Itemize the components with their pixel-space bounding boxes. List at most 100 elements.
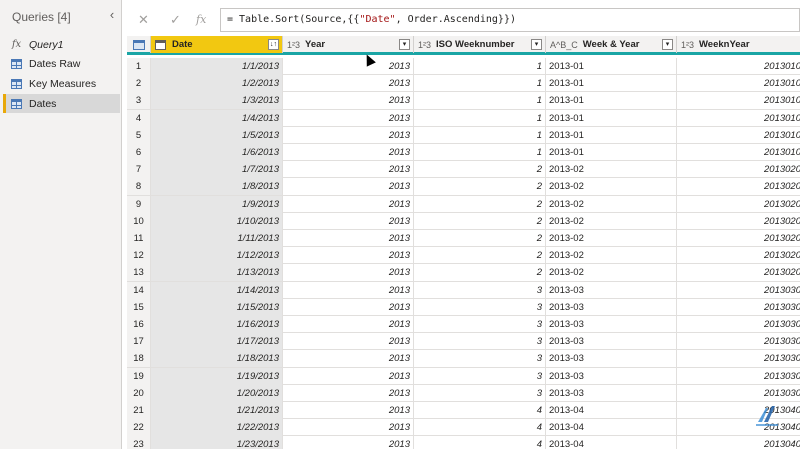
table-row[interactable]: 15 1/15/2013 2013 3 2013-03 2013030 — [127, 298, 800, 316]
iso-weeknumber-cell[interactable]: 3 — [414, 350, 546, 368]
table-row[interactable]: 21 1/21/2013 2013 4 2013-04 2013040 — [127, 402, 800, 420]
week-year-cell[interactable]: 2013-04 — [546, 419, 677, 437]
year-cell[interactable]: 2013 — [283, 126, 414, 144]
weeknyear-cell[interactable]: 2013010 — [677, 144, 800, 161]
date-cell[interactable]: 1/7/2013 — [151, 161, 283, 179]
iso-weeknumber-cell[interactable]: 3 — [414, 333, 546, 351]
date-cell[interactable]: 1/10/2013 — [151, 212, 283, 230]
year-cell[interactable]: 2013 — [283, 212, 414, 230]
year-cell[interactable]: 2013 — [283, 350, 414, 368]
week-year-cell[interactable]: 2013-03 — [546, 384, 677, 402]
iso-weeknumber-cell[interactable]: 1 — [414, 109, 546, 127]
collapse-pane-icon[interactable]: ‹ — [106, 8, 118, 22]
table-row[interactable]: 5 1/5/2013 2013 1 2013-01 2013010 — [127, 126, 800, 144]
year-cell[interactable]: 2013 — [283, 419, 414, 437]
iso-weeknumber-cell[interactable]: 1 — [414, 144, 546, 161]
weeknyear-cell[interactable]: 2013010 — [677, 75, 800, 92]
table-menu-button[interactable] — [127, 36, 151, 53]
table-row[interactable]: 17 1/17/2013 2013 3 2013-03 2013030 — [127, 333, 800, 351]
commit-icon[interactable]: ✓ — [170, 12, 181, 28]
week-year-cell[interactable]: 2013-03 — [546, 298, 677, 316]
date-cell[interactable]: 1/4/2013 — [151, 109, 283, 127]
iso-weeknumber-cell[interactable]: 2 — [414, 264, 546, 282]
table-row[interactable]: 1 1/1/2013 2013 1 2013-01 2013010 — [127, 58, 800, 76]
date-cell[interactable]: 1/1/2013 — [151, 58, 283, 75]
table-row[interactable]: 8 1/8/2013 2013 2 2013-02 2013020 — [127, 178, 800, 196]
weeknyear-cell[interactable]: 2013010 — [677, 127, 800, 144]
year-cell[interactable]: 2013 — [283, 316, 414, 333]
iso-weeknumber-cell[interactable]: 3 — [414, 384, 546, 402]
table-row[interactable]: 19 1/19/2013 2013 3 2013-03 2013030 — [127, 367, 800, 385]
year-cell[interactable]: 2013 — [283, 144, 414, 161]
date-cell[interactable]: 1/21/2013 — [151, 402, 283, 419]
week-year-cell[interactable]: 2013-02 — [546, 212, 677, 230]
year-cell[interactable]: 2013 — [283, 281, 414, 299]
iso-weeknumber-cell[interactable]: 2 — [414, 230, 546, 247]
week-year-cell[interactable]: 2013-01 — [546, 144, 677, 161]
week-year-cell[interactable]: 2013-02 — [546, 195, 677, 213]
sort-ascending-icon[interactable]: ↓↑ — [268, 39, 279, 50]
table-row[interactable]: 4 1/4/2013 2013 1 2013-01 2013010 — [127, 109, 800, 127]
date-cell[interactable]: 1/8/2013 — [151, 178, 283, 196]
year-cell[interactable]: 2013 — [283, 333, 414, 351]
weeknyear-cell[interactable]: 2013040 — [677, 436, 800, 449]
table-row[interactable]: 13 1/13/2013 2013 2 2013-02 2013020 — [127, 264, 800, 282]
table-row[interactable]: 6 1/6/2013 2013 1 2013-01 2013010 — [127, 144, 800, 162]
year-cell[interactable]: 2013 — [283, 178, 414, 196]
column-header-year[interactable]: 1²3 Year ▾ — [283, 36, 414, 53]
year-cell[interactable]: 2013 — [283, 109, 414, 127]
year-cell[interactable]: 2013 — [283, 230, 414, 247]
weeknyear-cell[interactable]: 2013010 — [677, 92, 800, 109]
weeknyear-cell[interactable]: 2013020 — [677, 247, 800, 264]
iso-weeknumber-cell[interactable]: 4 — [414, 402, 546, 419]
year-cell[interactable]: 2013 — [283, 384, 414, 402]
query-item-dates-raw[interactable]: Dates Raw — [3, 54, 120, 73]
year-cell[interactable]: 2013 — [283, 298, 414, 316]
week-year-cell[interactable]: 2013-03 — [546, 316, 677, 333]
iso-weeknumber-cell[interactable]: 2 — [414, 212, 546, 230]
week-year-cell[interactable]: 2013-02 — [546, 247, 677, 265]
table-row[interactable]: 22 1/22/2013 2013 4 2013-04 2013040 — [127, 419, 800, 437]
year-cell[interactable]: 2013 — [283, 436, 414, 449]
query-item-dates[interactable]: Dates — [3, 94, 120, 113]
date-cell[interactable]: 1/11/2013 — [151, 230, 283, 247]
weeknyear-cell[interactable]: 2013030 — [677, 299, 800, 316]
week-year-cell[interactable]: 2013-04 — [546, 436, 677, 449]
filter-dropdown-icon[interactable]: ▾ — [662, 39, 673, 50]
table-row[interactable]: 10 1/10/2013 2013 2 2013-02 2013020 — [127, 212, 800, 230]
week-year-cell[interactable]: 2013-01 — [546, 75, 677, 93]
iso-weeknumber-cell[interactable]: 2 — [414, 247, 546, 265]
filter-dropdown-icon[interactable]: ▾ — [399, 39, 410, 50]
date-cell[interactable]: 1/3/2013 — [151, 92, 283, 110]
week-year-cell[interactable]: 2013-02 — [546, 230, 677, 247]
iso-weeknumber-cell[interactable]: 3 — [414, 281, 546, 299]
date-cell[interactable]: 1/22/2013 — [151, 419, 283, 437]
week-year-cell[interactable]: 2013-02 — [546, 161, 677, 179]
table-row[interactable]: 2 1/2/2013 2013 1 2013-01 2013010 — [127, 75, 800, 93]
year-cell[interactable]: 2013 — [283, 161, 414, 179]
date-cell[interactable]: 1/5/2013 — [151, 126, 283, 144]
date-cell[interactable]: 1/16/2013 — [151, 316, 283, 333]
table-row[interactable]: 16 1/16/2013 2013 3 2013-03 2013030 — [127, 316, 800, 334]
column-header-date[interactable]: Date ↓↑ — [151, 36, 283, 53]
week-year-cell[interactable]: 2013-03 — [546, 333, 677, 351]
year-cell[interactable]: 2013 — [283, 58, 414, 75]
date-cell[interactable]: 1/14/2013 — [151, 281, 283, 299]
table-row[interactable]: 14 1/14/2013 2013 3 2013-03 2013030 — [127, 281, 800, 299]
date-cell[interactable]: 1/18/2013 — [151, 350, 283, 368]
year-cell[interactable]: 2013 — [283, 75, 414, 93]
weeknyear-cell[interactable]: 2013010 — [677, 110, 800, 127]
weeknyear-cell[interactable]: 2013020 — [677, 264, 800, 281]
query-item-key-measures[interactable]: Key Measures — [3, 74, 120, 93]
week-year-cell[interactable]: 2013-03 — [546, 281, 677, 299]
year-cell[interactable]: 2013 — [283, 264, 414, 282]
weeknyear-cell[interactable]: 2013030 — [677, 368, 800, 385]
date-cell[interactable]: 1/2/2013 — [151, 75, 283, 93]
date-cell[interactable]: 1/9/2013 — [151, 195, 283, 213]
table-row[interactable]: 11 1/11/2013 2013 2 2013-02 2013020 — [127, 230, 800, 248]
weeknyear-cell[interactable]: 2013030 — [677, 333, 800, 350]
weeknyear-cell[interactable]: 2013030 — [677, 316, 800, 333]
weeknyear-cell[interactable]: 2013030 — [677, 350, 800, 367]
iso-weeknumber-cell[interactable]: 2 — [414, 195, 546, 213]
table-row[interactable]: 12 1/12/2013 2013 2 2013-02 2013020 — [127, 247, 800, 265]
